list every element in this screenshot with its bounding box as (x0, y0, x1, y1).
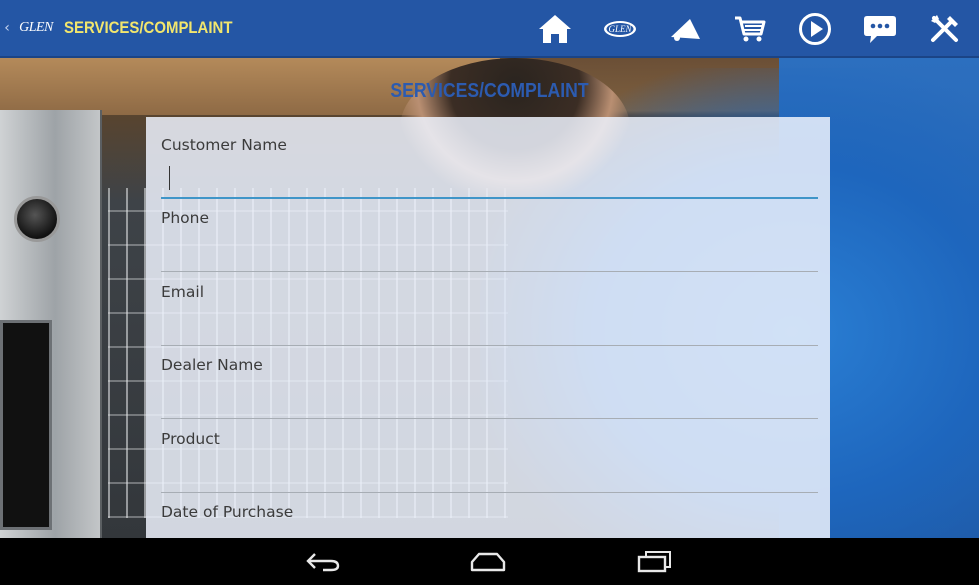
page-heading: SERVICES/COMPLAINT (390, 80, 589, 102)
date-of-purchase-input[interactable] (161, 536, 818, 538)
system-nav-bar (0, 538, 979, 585)
megaphone-icon[interactable] (667, 11, 703, 47)
date-of-purchase-label: Date of Purchase (161, 503, 294, 521)
chat-icon[interactable] (862, 11, 898, 47)
shopping-cart-icon[interactable] (732, 11, 768, 47)
email-input[interactable] (161, 316, 818, 346)
app-bar: ‹ GLEN SERVICES/COMPLAINT GLEN (0, 0, 979, 58)
text-cursor (169, 166, 170, 190)
dealer-name-input[interactable] (161, 389, 818, 419)
glen-logo: GLEN (19, 20, 53, 35)
customer-name-label: Customer Name (161, 136, 287, 154)
app-title: SERVICES/COMPLAINT (64, 18, 233, 37)
home-icon[interactable] (537, 11, 573, 47)
oven-appliance (0, 110, 102, 538)
play-icon[interactable] (797, 11, 833, 47)
customer-name-input[interactable] (161, 169, 818, 199)
oven-door (0, 320, 52, 530)
home-icon[interactable] (468, 548, 508, 574)
email-label: Email (161, 283, 205, 301)
product-label: Product (161, 430, 220, 448)
recent-apps-icon[interactable] (634, 548, 674, 574)
svg-text:GLEN: GLEN (608, 24, 632, 34)
complaint-form: Customer Name Phone Email Dealer Name Pr… (146, 117, 830, 538)
tools-icon[interactable] (927, 11, 963, 47)
oven-knob (14, 196, 60, 242)
back-icon[interactable] (303, 548, 343, 574)
glen-logo-icon[interactable]: GLEN (602, 11, 638, 47)
back-button[interactable]: ‹ (0, 0, 14, 57)
dealer-name-label: Dealer Name (161, 356, 263, 374)
product-input[interactable] (161, 463, 818, 493)
phone-input[interactable] (161, 242, 818, 272)
phone-label: Phone (161, 209, 210, 227)
